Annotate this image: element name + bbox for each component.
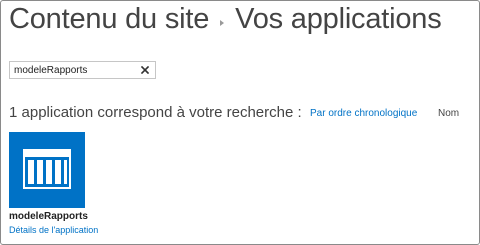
- window-frame: Contenu du site Vos applications 1 appli…: [0, 0, 480, 245]
- close-icon[interactable]: [138, 63, 152, 77]
- app-tile[interactable]: [9, 132, 85, 208]
- search-result-summary: 1 application correspond à votre recherc…: [9, 104, 302, 121]
- sort-name-link[interactable]: Nom: [438, 108, 459, 119]
- app-name-label[interactable]: modeleRapports: [9, 211, 88, 222]
- breadcrumb-site-contents-link[interactable]: Contenu du site: [9, 3, 209, 36]
- sort-chronological-link[interactable]: Par ordre chronologique: [310, 108, 417, 119]
- breadcrumb: Contenu du site Vos applications: [9, 3, 442, 36]
- page-title: Vos applications: [235, 3, 442, 35]
- breadcrumb-separator-icon: [220, 19, 225, 26]
- search-box: [9, 61, 156, 79]
- list-app-icon: [23, 149, 71, 194]
- result-count-text: 1 application correspond à votre recherc…: [9, 104, 302, 121]
- search-input[interactable]: [10, 62, 140, 78]
- app-details-link[interactable]: Détails de l'application: [9, 225, 98, 235]
